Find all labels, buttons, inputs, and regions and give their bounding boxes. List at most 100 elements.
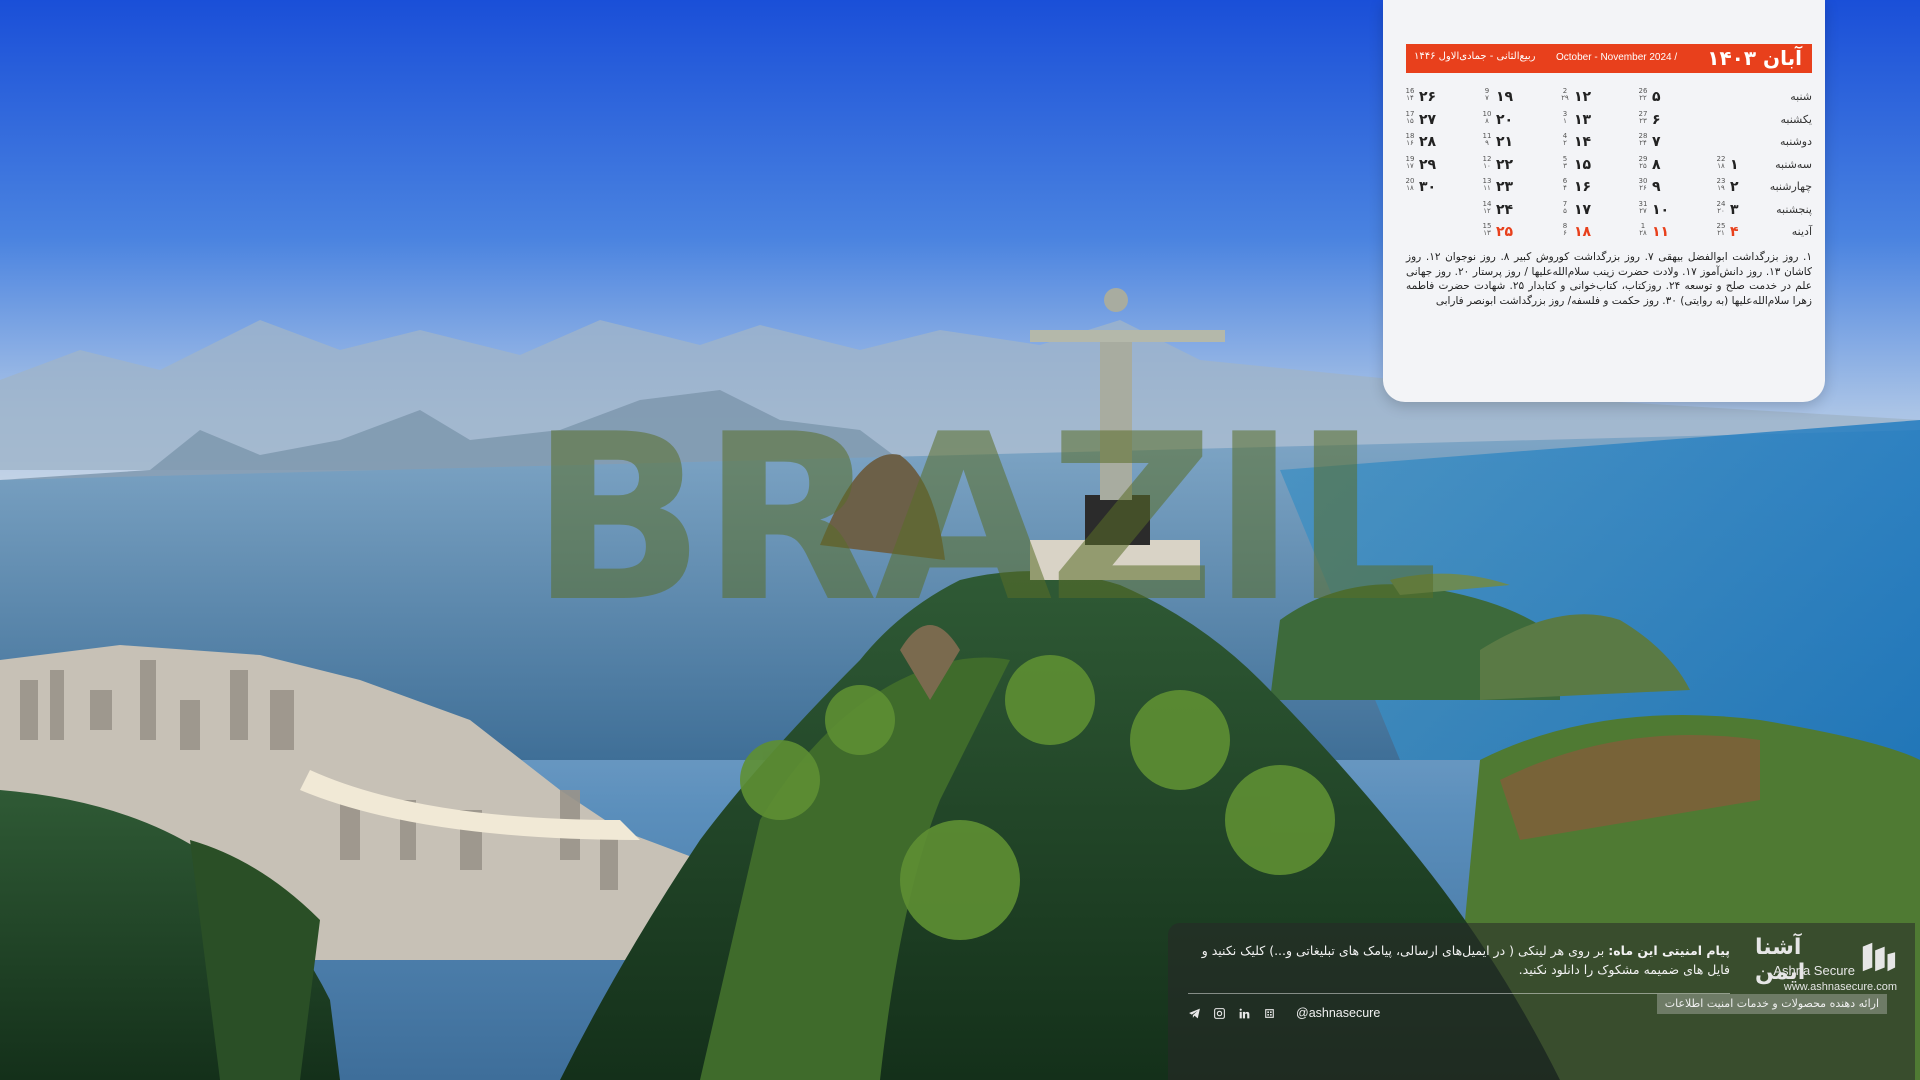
calendar-day: 17 ۱۵ ۲۷ (1403, 109, 1475, 131)
calendar-day-number: ۱۵ (1574, 156, 1592, 173)
instagram-icon[interactable] (1213, 1007, 1226, 1020)
calendar-day-number: ۱۰ (1652, 201, 1670, 218)
aparat-icon[interactable] (1263, 1007, 1276, 1020)
calendar-day: 14 ۱۲ ۲۴ (1480, 199, 1552, 221)
calendar-day-secondary: 10 ۸ (1480, 110, 1494, 125)
calendar-day-secondary: 17 ۱۵ (1403, 110, 1417, 125)
hijri-date: ۱۶ (1406, 139, 1414, 147)
calendar-day-secondary: 30 ۲۶ (1636, 178, 1650, 192)
hijri-date: ۲۷ (1639, 206, 1647, 215)
hijri-date: ۲۶ (1639, 184, 1647, 192)
calendar-day-number: ۲۰ (1496, 111, 1514, 128)
hijri-date: ۲۸ (1639, 229, 1647, 237)
hijri-date: ۱۴ (1406, 94, 1414, 102)
calendar-day-secondary: 14 ۱۲ (1480, 200, 1494, 215)
calendar-day-number: ۱ (1730, 156, 1739, 173)
calendar-day-secondary: 4۲ (1558, 133, 1572, 147)
hijri-date: ۲۹ (1561, 94, 1569, 102)
hijri-date: ۱۳ (1483, 229, 1491, 237)
calendar-day-number: ۷ (1652, 134, 1661, 150)
calendar-day: 12 ۱۰ ۲۲ (1480, 154, 1552, 176)
calendar-day-secondary: 15 ۱۳ (1480, 223, 1494, 237)
calendar-day-secondary: 3۱ (1558, 110, 1572, 125)
calendar-day-number: ۳۰ (1419, 179, 1437, 195)
hijri-date: ۱۰ (1483, 161, 1491, 170)
calendar-day-number: ۲۳ (1496, 179, 1514, 195)
calendar-day-secondary: 19 ۱۷ (1403, 155, 1417, 170)
hijri-date: ۲۵ (1639, 161, 1647, 170)
calendar-day-secondary: 1 ۲۸ (1636, 223, 1650, 237)
calendar-day-secondary: 20 ۱۸ (1403, 178, 1417, 192)
calendar-day-secondary: 24 ۲۰ (1714, 200, 1728, 215)
calendar-day-secondary: 16 ۱۴ (1403, 88, 1417, 102)
calendar-day-secondary: 12 ۱۰ (1480, 155, 1494, 170)
calendar-day-number: ۹ (1652, 179, 1661, 195)
footer-divider (1188, 993, 1730, 994)
calendar-card: آبان ۱۴۰۳ October - November 2024 / ربیع… (1383, 0, 1825, 402)
calendar-day: 31 ۲۷ ۱۰ (1636, 199, 1708, 221)
calendar-day-number: ۲۴ (1496, 201, 1514, 218)
hijri-date: ۸ (1485, 116, 1489, 125)
hijri-date: ۲۲ (1639, 94, 1647, 102)
weekday-label: یکشنبه (1780, 112, 1813, 126)
hijri-date: ۳ (1563, 161, 1567, 170)
hijri-date: ۱۵ (1406, 116, 1414, 125)
calendar-day: 24 ۲۰ ۳ (1714, 199, 1786, 221)
calendar-day: 29 ۲۵ ۸ (1636, 154, 1708, 176)
calendar-day-number: ۴ (1730, 224, 1739, 240)
calendar-day-number: ۲۶ (1419, 89, 1437, 105)
calendar-day: 20 ۱۸ ۳۰ (1403, 176, 1475, 198)
calendar-day: 9 ۷ ۱۹ (1480, 86, 1552, 108)
calendar-day-number: ۲۹ (1419, 156, 1437, 173)
telegram-icon[interactable] (1188, 1007, 1201, 1020)
hijri-date: ۱۷ (1406, 161, 1414, 170)
calendar-header: آبان ۱۴۰۳ October - November 2024 / ربیع… (1406, 44, 1812, 73)
security-footer: آشنا ایمن Ashna Secure www.ashnasecure.c… (1168, 923, 1915, 1080)
calendar-day: 2 ۲۹ ۱۲ (1558, 86, 1630, 108)
social-handle[interactable]: @ashnasecure (1296, 1006, 1380, 1020)
calendar-month-title: آبان ۱۴۰۳ (1707, 46, 1802, 70)
calendar-day-secondary: 7۵ (1558, 200, 1572, 215)
hijri-date: ۱۸ (1717, 161, 1725, 170)
calendar-day-secondary: 18 ۱۶ (1403, 133, 1417, 147)
calendar-day-number: ۵ (1652, 89, 1661, 105)
brand-tagline: ارائه دهنده محصولات و خدمات امنیت اطلاعا… (1656, 994, 1887, 1014)
calendar-day-number: ۲۱ (1496, 134, 1514, 150)
calendar-day-number: ۱۱ (1652, 224, 1670, 240)
calendar-day: 6 ۴ ۱۶ (1558, 176, 1630, 198)
calendar-day-secondary: 25 ۲۱ (1714, 223, 1728, 237)
weekday-label: شنبه (1790, 90, 1812, 103)
calendar-day: 23 ۱۹ ۲ (1714, 176, 1786, 198)
calendar-day: 19 ۱۷ ۲۹ (1403, 154, 1475, 176)
linkedin-icon[interactable] (1238, 1007, 1251, 1020)
calendar-day-number: ۱۸ (1574, 224, 1592, 240)
social-links: @ashnasecure (1188, 1003, 1380, 1023)
ashna-logo-icon (1862, 942, 1896, 972)
calendar-day-number: ۱۹ (1496, 89, 1514, 105)
calendar-day-number: ۸ (1652, 156, 1661, 173)
calendar-day-secondary: 9۷ (1480, 88, 1494, 102)
hijri-date: ۱۸ (1406, 184, 1414, 192)
hijri-date: ۱ (1563, 116, 1567, 125)
calendar-day: 1 ۲۸ ۱۱ (1636, 221, 1708, 243)
brand-url[interactable]: www.ashnasecure.com (1784, 981, 1897, 993)
calendar-day-secondary: 6۴ (1558, 178, 1572, 192)
calendar-day-secondary: 31 ۲۷ (1636, 200, 1650, 215)
calendar-day: 11 ۹ ۲۱ (1480, 131, 1552, 153)
hijri-date: ۲۰ (1717, 206, 1725, 215)
hijri-date: ۲۳ (1639, 116, 1647, 125)
hijri-date: ۲۴ (1639, 139, 1647, 147)
hijri-date: ۷ (1485, 94, 1489, 102)
calendar-day: 22 ۱۸ ۱ (1714, 154, 1786, 176)
calendar-day-secondary: 28 ۲۴ (1636, 133, 1650, 147)
calendar-day-secondary: 29 ۲۵ (1636, 155, 1650, 170)
calendar-day: 5 ۳ ۱۵ (1558, 154, 1630, 176)
watermark-title: BRAZIL (530, 386, 1439, 653)
calendar-day-secondary: 11 ۹ (1480, 133, 1494, 147)
calendar-day: 18 ۱۶ ۲۸ (1403, 131, 1475, 153)
hijri-date: ۴ (1563, 184, 1567, 192)
calendar-day-number: ۶ (1652, 111, 1661, 128)
security-message-title: پیام امنیتی این ماه: (1608, 943, 1730, 958)
calendar-day-secondary: 13 ۱۱ (1480, 178, 1494, 192)
hijri-date: ۹ (1485, 139, 1489, 147)
